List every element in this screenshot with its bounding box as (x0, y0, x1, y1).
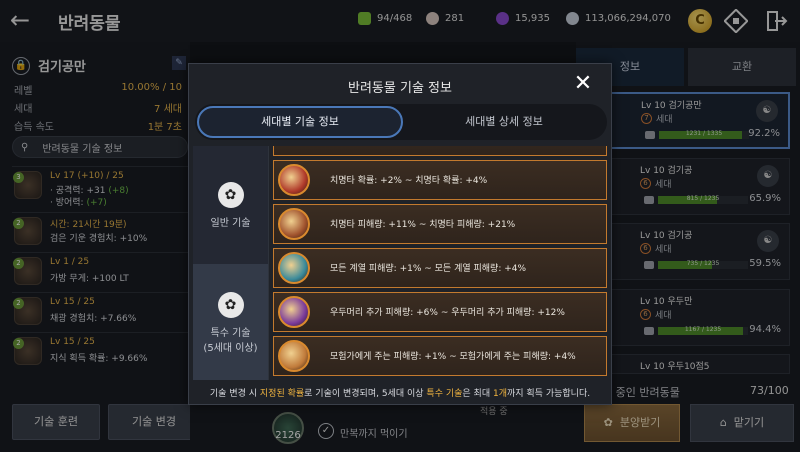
modal-footer-note: 기술 변경 시 지정된 확률로 기술이 변경되며, 5세대 이상 특수 기술은 … (209, 389, 591, 399)
modal-tabs: 세대별 기술 정보 세대별 상세 정보 (195, 104, 607, 140)
category-special-sublabel: (5세대 이상) (203, 343, 258, 354)
skill-category-column: ✿ 일반 기술 ✿ 특수 기술 (5세대 이상) (193, 146, 269, 380)
skill-list-item (273, 146, 607, 156)
crit-damage-icon (278, 208, 310, 240)
skill-info-modal: 반려동물 기술 정보 ✕ 세대별 기술 정보 세대별 상세 정보 ✿ 일반 기술… (188, 63, 612, 405)
tab-generation-details[interactable]: 세대별 상세 정보 (401, 106, 607, 138)
skill-list-item: 모든 계열 피해량: +1% ~ 모든 계열 피해량: +4% (273, 248, 607, 288)
close-icon[interactable]: ✕ (571, 72, 595, 96)
modal-title: 반려동물 기술 정보 (348, 81, 452, 96)
category-normal[interactable]: ✿ 일반 기술 (193, 146, 269, 264)
skill-list-item: 치명타 피해량: +11% ~ 치명타 피해량: +21% (273, 204, 607, 244)
category-special-label: 특수 기술 (210, 328, 251, 339)
boss-damage-icon (278, 296, 310, 328)
category-normal-label: 일반 기술 (210, 218, 251, 229)
paw-icon: ✿ (217, 182, 244, 208)
tab-generation-skills[interactable]: 세대별 기술 정보 (197, 106, 403, 138)
skill-list-item: 치명타 확률: +2% ~ 치명타 확률: +4% (273, 160, 607, 200)
category-special[interactable]: ✿ 특수 기술 (5세대 이상) (193, 264, 269, 380)
pvp-damage-icon (278, 340, 310, 372)
skill-list-item: 모험가에게 주는 피해량: +1% ~ 모험가에게 주는 피해량: +4% (273, 336, 607, 376)
paw-laurel-icon: ✿ (217, 292, 244, 318)
all-type-damage-icon (278, 252, 310, 284)
skill-list-item: 우두머리 추가 피해량: +6% ~ 우두머리 추가 피해량: +12% (273, 292, 607, 332)
skill-list[interactable]: 치명타 확률: +2% ~ 치명타 확률: +4% 치명타 피해량: +11% … (271, 146, 607, 380)
crit-rate-icon (278, 164, 310, 196)
